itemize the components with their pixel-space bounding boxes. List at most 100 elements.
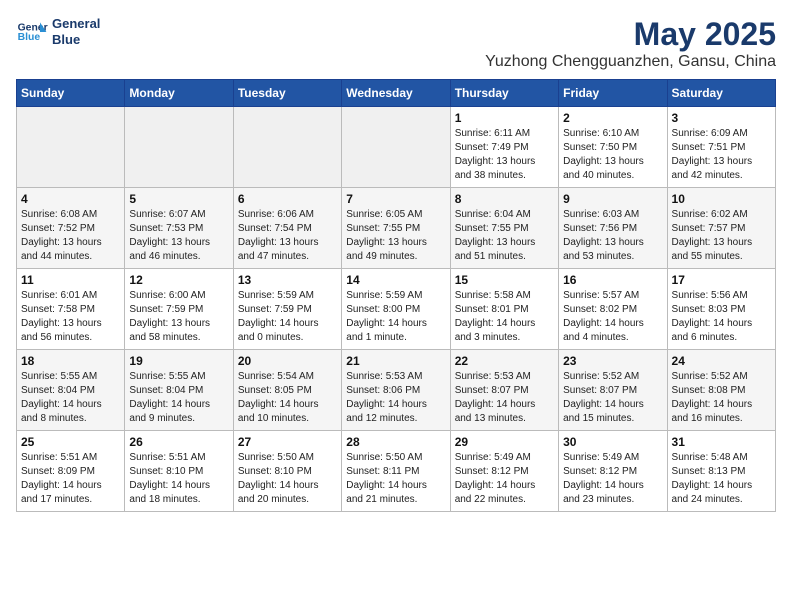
calendar-cell: 26Sunrise: 5:51 AM Sunset: 8:10 PM Dayli… <box>125 431 233 512</box>
day-info: Sunrise: 6:09 AM Sunset: 7:51 PM Dayligh… <box>672 127 771 183</box>
day-info: Sunrise: 5:52 AM Sunset: 8:07 PM Dayligh… <box>563 370 662 426</box>
calendar-cell <box>233 107 341 188</box>
calendar-cell: 12 Sunrise: 6:00 AM Sunset: 7:59 PM Dayli… <box>125 269 233 350</box>
day-info: Sunrise: 5:49 AM Sunset: 8:12 PM Dayligh… <box>563 451 662 507</box>
day-number: 17 <box>672 273 771 287</box>
day-info: Sunrise: 5:50 AM Sunset: 8:11 PM Dayligh… <box>346 451 445 507</box>
day-number: 3 <box>672 111 771 125</box>
day-info: Sunrise: 5:59 AM Sunset: 8:00 PM Dayligh… <box>346 289 445 345</box>
day-number: 20 <box>238 354 337 368</box>
header: General Blue General Blue May 2025 Yuzho… <box>16 16 776 71</box>
subtitle: Yuzhong Chengguanzhen, Gansu, China <box>485 53 776 71</box>
day-number: 12 <box>129 273 228 287</box>
day-info: Sunrise: 5:53 AM Sunset: 8:07 PM Dayligh… <box>455 370 554 426</box>
day-info: Sunrise: 5:55 AM Sunset: 8:04 PM Dayligh… <box>21 370 120 426</box>
day-info: Sunrise: 5:49 AM Sunset: 8:12 PM Dayligh… <box>455 451 554 507</box>
logo-icon: General Blue <box>16 16 48 48</box>
day-info: Sunrise: 5:51 AM Sunset: 8:09 PM Dayligh… <box>21 451 120 507</box>
calendar-cell: 14Sunrise: 5:59 AM Sunset: 8:00 PM Dayli… <box>342 269 450 350</box>
calendar-cell: 31 Sunrise: 5:48 AM Sunset: 8:13 PM Dayli… <box>667 431 775 512</box>
day-number: 15 <box>455 273 554 287</box>
calendar-cell: 5 Sunrise: 6:07 AM Sunset: 7:53 PM Daylig… <box>125 188 233 269</box>
day-number: 8 <box>455 192 554 206</box>
calendar-body: 1Sunrise: 6:11 AM Sunset: 7:49 PM Daylig… <box>17 107 776 512</box>
calendar-cell: 16Sunrise: 5:57 AM Sunset: 8:02 PM Dayli… <box>559 269 667 350</box>
calendar-cell: 21 Sunrise: 5:53 AM Sunset: 8:06 PM Dayli… <box>342 350 450 431</box>
day-info: Sunrise: 5:54 AM Sunset: 8:05 PM Dayligh… <box>238 370 337 426</box>
day-number: 29 <box>455 435 554 449</box>
day-number: 19 <box>129 354 228 368</box>
calendar-cell: 25Sunrise: 5:51 AM Sunset: 8:09 PM Dayli… <box>17 431 125 512</box>
day-number: 5 <box>129 192 228 206</box>
day-info: Sunrise: 6:00 AM Sunset: 7:59 PM Dayligh… <box>129 289 228 345</box>
day-info: Sunrise: 6:07 AM Sunset: 7:53 PM Dayligh… <box>129 208 228 264</box>
day-number: 6 <box>238 192 337 206</box>
day-info: Sunrise: 6:04 AM Sunset: 7:55 PM Dayligh… <box>455 208 554 264</box>
calendar-cell: 15 Sunrise: 5:58 AM Sunset: 8:01 PM Dayli… <box>450 269 558 350</box>
calendar-cell: 4 Sunrise: 6:08 AM Sunset: 7:52 PM Daylig… <box>17 188 125 269</box>
svg-text:Blue: Blue <box>18 32 41 43</box>
day-info: Sunrise: 6:08 AM Sunset: 7:52 PM Dayligh… <box>21 208 120 264</box>
calendar-cell: 8 Sunrise: 6:04 AM Sunset: 7:55 PM Daylig… <box>450 188 558 269</box>
calendar-cell: 18Sunrise: 5:55 AM Sunset: 8:04 PM Dayli… <box>17 350 125 431</box>
day-info: Sunrise: 6:01 AM Sunset: 7:58 PM Dayligh… <box>21 289 120 345</box>
day-number: 10 <box>672 192 771 206</box>
calendar-week-5: 25Sunrise: 5:51 AM Sunset: 8:09 PM Dayli… <box>17 431 776 512</box>
calendar-cell: 30Sunrise: 5:49 AM Sunset: 8:12 PM Dayli… <box>559 431 667 512</box>
calendar-cell <box>342 107 450 188</box>
day-info: Sunrise: 5:58 AM Sunset: 8:01 PM Dayligh… <box>455 289 554 345</box>
day-number: 11 <box>21 273 120 287</box>
day-number: 1 <box>455 111 554 125</box>
calendar-cell <box>125 107 233 188</box>
day-number: 7 <box>346 192 445 206</box>
day-info: Sunrise: 6:10 AM Sunset: 7:50 PM Dayligh… <box>563 127 662 183</box>
day-info: Sunrise: 6:05 AM Sunset: 7:55 PM Dayligh… <box>346 208 445 264</box>
calendar-week-4: 18Sunrise: 5:55 AM Sunset: 8:04 PM Dayli… <box>17 350 776 431</box>
day-number: 4 <box>21 192 120 206</box>
day-number: 2 <box>563 111 662 125</box>
calendar-cell: 10 Sunrise: 6:02 AM Sunset: 7:57 PM Dayli… <box>667 188 775 269</box>
day-info: Sunrise: 5:51 AM Sunset: 8:10 PM Dayligh… <box>129 451 228 507</box>
weekday-header-thursday: Thursday <box>450 80 558 107</box>
day-info: Sunrise: 5:52 AM Sunset: 8:08 PM Dayligh… <box>672 370 771 426</box>
logo-text-line2: Blue <box>52 32 100 48</box>
day-info: Sunrise: 5:59 AM Sunset: 7:59 PM Dayligh… <box>238 289 337 345</box>
calendar-cell: 3 Sunrise: 6:09 AM Sunset: 7:51 PM Daylig… <box>667 107 775 188</box>
calendar-week-2: 4 Sunrise: 6:08 AM Sunset: 7:52 PM Daylig… <box>17 188 776 269</box>
calendar-cell: 29 Sunrise: 5:49 AM Sunset: 8:12 PM Dayli… <box>450 431 558 512</box>
weekday-header-friday: Friday <box>559 80 667 107</box>
day-info: Sunrise: 5:55 AM Sunset: 8:04 PM Dayligh… <box>129 370 228 426</box>
day-info: Sunrise: 5:56 AM Sunset: 8:03 PM Dayligh… <box>672 289 771 345</box>
calendar-cell: 9Sunrise: 6:03 AM Sunset: 7:56 PM Daylig… <box>559 188 667 269</box>
calendar-cell: 28Sunrise: 5:50 AM Sunset: 8:11 PM Dayli… <box>342 431 450 512</box>
calendar-cell: 7 Sunrise: 6:05 AM Sunset: 7:55 PM Daylig… <box>342 188 450 269</box>
main-title: May 2025 <box>485 16 776 53</box>
day-number: 31 <box>672 435 771 449</box>
day-info: Sunrise: 5:50 AM Sunset: 8:10 PM Dayligh… <box>238 451 337 507</box>
calendar-week-3: 11 Sunrise: 6:01 AM Sunset: 7:58 PM Dayli… <box>17 269 776 350</box>
day-number: 24 <box>672 354 771 368</box>
day-info: Sunrise: 5:53 AM Sunset: 8:06 PM Dayligh… <box>346 370 445 426</box>
day-info: Sunrise: 5:48 AM Sunset: 8:13 PM Dayligh… <box>672 451 771 507</box>
calendar-cell: 19 Sunrise: 5:55 AM Sunset: 8:04 PM Dayli… <box>125 350 233 431</box>
calendar-cell: 1Sunrise: 6:11 AM Sunset: 7:49 PM Daylig… <box>450 107 558 188</box>
weekday-header-saturday: Saturday <box>667 80 775 107</box>
calendar-cell: 11 Sunrise: 6:01 AM Sunset: 7:58 PM Dayli… <box>17 269 125 350</box>
day-number: 9 <box>563 192 662 206</box>
logo-text-line1: General <box>52 16 100 32</box>
day-number: 22 <box>455 354 554 368</box>
weekday-header-monday: Monday <box>125 80 233 107</box>
calendar-cell: 6 Sunrise: 6:06 AM Sunset: 7:54 PM Daylig… <box>233 188 341 269</box>
day-number: 23 <box>563 354 662 368</box>
calendar-cell: 23 Sunrise: 5:52 AM Sunset: 8:07 PM Dayli… <box>559 350 667 431</box>
calendar-week-1: 1Sunrise: 6:11 AM Sunset: 7:49 PM Daylig… <box>17 107 776 188</box>
day-number: 16 <box>563 273 662 287</box>
day-info: Sunrise: 6:06 AM Sunset: 7:54 PM Dayligh… <box>238 208 337 264</box>
day-number: 13 <box>238 273 337 287</box>
day-number: 21 <box>346 354 445 368</box>
day-number: 27 <box>238 435 337 449</box>
calendar-cell: 20 Sunrise: 5:54 AM Sunset: 8:05 PM Dayli… <box>233 350 341 431</box>
calendar-cell: 17 Sunrise: 5:56 AM Sunset: 8:03 PM Dayli… <box>667 269 775 350</box>
day-info: Sunrise: 6:02 AM Sunset: 7:57 PM Dayligh… <box>672 208 771 264</box>
logo: General Blue General Blue <box>16 16 100 48</box>
